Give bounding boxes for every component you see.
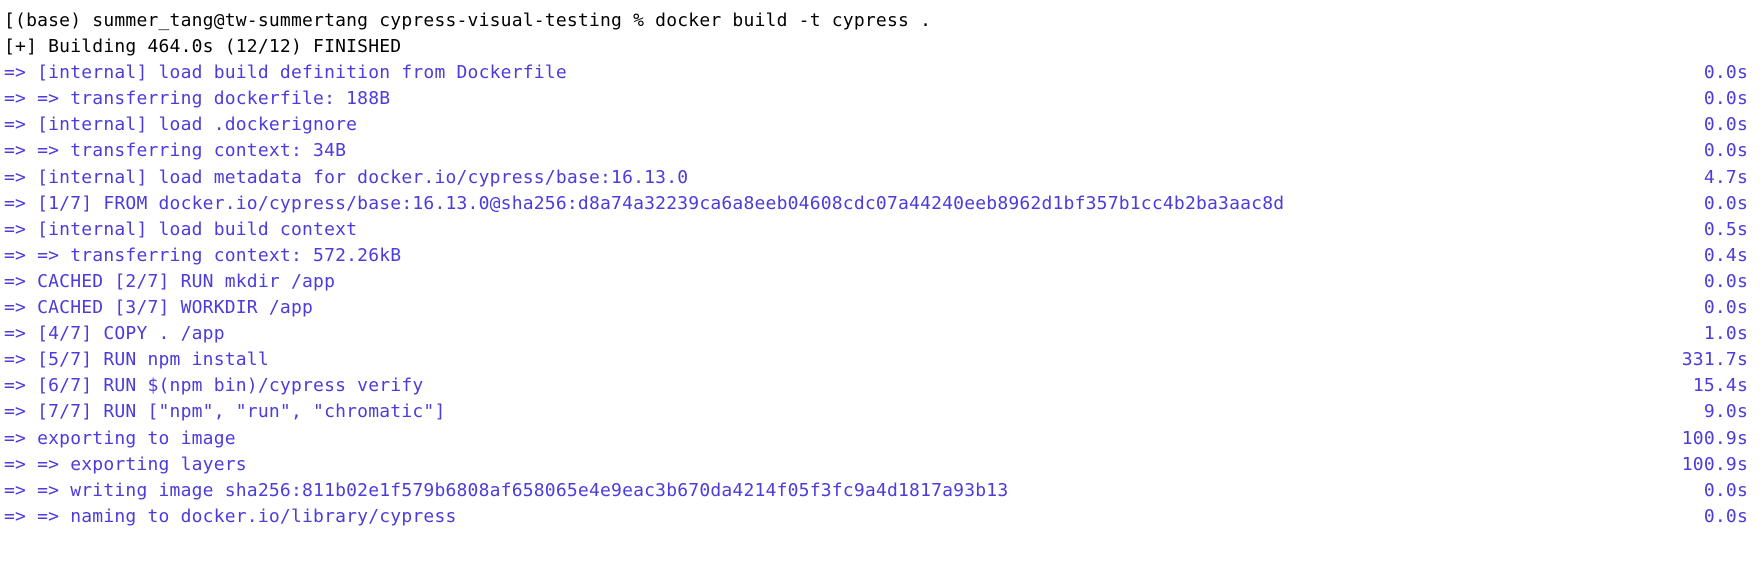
build-status-text: [+] Building 464.0s (12/12) FINISHED bbox=[4, 34, 1756, 60]
build-step-text: => [5/7] RUN npm install bbox=[4, 347, 1662, 373]
build-step-text: => => naming to docker.io/library/cypres… bbox=[4, 504, 1684, 530]
build-step-duration: 0.0s bbox=[1684, 138, 1756, 164]
build-step-duration: 0.0s bbox=[1684, 504, 1756, 530]
build-step-line: => [internal] load .dockerignore0.0s bbox=[4, 112, 1756, 138]
build-step-text: => [6/7] RUN $(npm bin)/cypress verify bbox=[4, 373, 1673, 399]
build-step-line: => [internal] load build definition from… bbox=[4, 60, 1756, 86]
build-step-text: => [internal] load .dockerignore bbox=[4, 112, 1684, 138]
build-step-line: => [6/7] RUN $(npm bin)/cypress verify15… bbox=[4, 373, 1756, 399]
build-step-text: => [1/7] FROM docker.io/cypress/base:16.… bbox=[4, 191, 1684, 217]
build-step-line: => => transferring context: 572.26kB0.4s bbox=[4, 243, 1756, 269]
build-step-duration: 4.7s bbox=[1684, 165, 1756, 191]
build-step-line: => => writing image sha256:811b02e1f579b… bbox=[4, 478, 1756, 504]
build-step-duration: 0.0s bbox=[1684, 60, 1756, 86]
build-step-duration: 0.0s bbox=[1684, 191, 1756, 217]
build-step-text: => [4/7] COPY . /app bbox=[4, 321, 1684, 347]
build-step-line: => CACHED [3/7] WORKDIR /app0.0s bbox=[4, 295, 1756, 321]
build-step-duration: 0.0s bbox=[1684, 112, 1756, 138]
build-step-duration: 100.9s bbox=[1662, 426, 1756, 452]
build-step-line: => [7/7] RUN ["npm", "run", "chromatic"]… bbox=[4, 399, 1756, 425]
build-step-text: => [7/7] RUN ["npm", "run", "chromatic"] bbox=[4, 399, 1684, 425]
build-step-text: => [internal] load build context bbox=[4, 217, 1684, 243]
build-step-line: => => exporting layers100.9s bbox=[4, 452, 1756, 478]
build-step-line: => => transferring dockerfile: 188B0.0s bbox=[4, 86, 1756, 112]
build-step-duration: 0.0s bbox=[1684, 86, 1756, 112]
terminal-output: [(base) summer_tang@tw-summertang cypres… bbox=[4, 8, 1756, 530]
build-step-line: => [1/7] FROM docker.io/cypress/base:16.… bbox=[4, 191, 1756, 217]
build-step-text: => CACHED [2/7] RUN mkdir /app bbox=[4, 269, 1684, 295]
build-step-text: => => transferring context: 572.26kB bbox=[4, 243, 1684, 269]
build-step-line: => => naming to docker.io/library/cypres… bbox=[4, 504, 1756, 530]
build-step-text: => [internal] load metadata for docker.i… bbox=[4, 165, 1684, 191]
build-step-text: => => exporting layers bbox=[4, 452, 1662, 478]
build-step-duration: 331.7s bbox=[1662, 347, 1756, 373]
build-step-duration: 1.0s bbox=[1684, 321, 1756, 347]
build-step-line: => => transferring context: 34B0.0s bbox=[4, 138, 1756, 164]
build-step-line: => [internal] load build context0.5s bbox=[4, 217, 1756, 243]
build-step-line: => [5/7] RUN npm install331.7s bbox=[4, 347, 1756, 373]
build-step-text: => => writing image sha256:811b02e1f579b… bbox=[4, 478, 1684, 504]
build-step-text: => => transferring dockerfile: 188B bbox=[4, 86, 1684, 112]
build-step-text: => => transferring context: 34B bbox=[4, 138, 1684, 164]
build-step-text: => [internal] load build definition from… bbox=[4, 60, 1684, 86]
build-step-duration: 15.4s bbox=[1673, 373, 1756, 399]
build-step-duration: 100.9s bbox=[1662, 452, 1756, 478]
build-step-duration: 0.0s bbox=[1684, 295, 1756, 321]
command-text: [(base) summer_tang@tw-summertang cypres… bbox=[4, 8, 1756, 34]
build-step-line: => CACHED [2/7] RUN mkdir /app0.0s bbox=[4, 269, 1756, 295]
build-step-duration: 0.0s bbox=[1684, 478, 1756, 504]
build-step-text: => exporting to image bbox=[4, 426, 1662, 452]
build-step-duration: 9.0s bbox=[1684, 399, 1756, 425]
build-step-line: => [internal] load metadata for docker.i… bbox=[4, 165, 1756, 191]
build-step-duration: 0.5s bbox=[1684, 217, 1756, 243]
build-step-duration: 0.0s bbox=[1684, 269, 1756, 295]
build-step-line: => exporting to image100.9s bbox=[4, 426, 1756, 452]
build-step-duration: 0.4s bbox=[1684, 243, 1756, 269]
build-step-line: => [4/7] COPY . /app1.0s bbox=[4, 321, 1756, 347]
command-prompt-line: [(base) summer_tang@tw-summertang cypres… bbox=[4, 8, 1756, 34]
build-status-line: [+] Building 464.0s (12/12) FINISHED bbox=[4, 34, 1756, 60]
build-step-text: => CACHED [3/7] WORKDIR /app bbox=[4, 295, 1684, 321]
